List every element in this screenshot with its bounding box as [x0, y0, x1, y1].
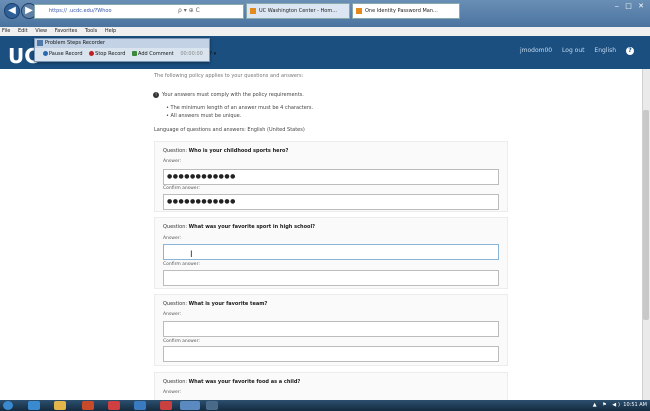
confirm-answer-label: Confirm answer: — [163, 262, 200, 267]
user-links: jmodom00 Log out English ? — [512, 47, 634, 55]
comment-icon — [132, 51, 137, 56]
ie-taskbar-icon[interactable] — [28, 401, 40, 410]
pause-icon — [43, 51, 48, 56]
tab-one-identity[interactable]: One Identity Password Man... — [352, 3, 460, 19]
username-link[interactable]: jmodom00 — [520, 47, 552, 54]
question-card: Question: What is your favorite team? An… — [154, 294, 508, 366]
menu-edit[interactable]: Edit — [18, 28, 28, 34]
app-taskbar-icon[interactable] — [82, 401, 94, 410]
question-card: Question: What was your favorite sport i… — [154, 217, 508, 289]
steps-recorder-window: Problem Steps Recorder Pause Record Stop… — [34, 38, 216, 62]
stop-record-button[interactable]: Stop Record — [89, 48, 125, 60]
menu-bar: File Edit View Favorites Tools Help — [0, 27, 650, 36]
policy-rule: • All answers must be unique. — [166, 113, 242, 119]
question-text: Question: Who is your childhood sports h… — [163, 148, 289, 154]
add-comment-label: Add Comment — [138, 51, 174, 57]
back-arrow-icon[interactable]: ◀ — [4, 3, 20, 19]
menu-favorites[interactable]: Favorites — [55, 28, 78, 34]
tab-label: One Identity Password Man... — [365, 8, 438, 14]
help-icon[interactable]: ? — [626, 47, 634, 55]
scrollbar-thumb[interactable] — [643, 110, 649, 320]
recorder-timer: 00:00:00 — [180, 51, 203, 57]
app-taskbar-icon[interactable] — [134, 401, 146, 410]
confirm-answer-label: Confirm answer: — [163, 339, 200, 344]
recorder-help-button[interactable]: ? ▾ — [209, 48, 216, 60]
policy-intro: The following policy applies to your que… — [154, 73, 304, 79]
folder-taskbar-icon[interactable] — [54, 401, 66, 410]
address-bar[interactable]: https:// .ucdc.edu/?Whoo — [34, 4, 244, 19]
add-comment-button[interactable]: Add Comment — [132, 48, 174, 60]
system-tray[interactable]: ▲ ⚑ ◀) — [593, 401, 622, 410]
language-link[interactable]: English — [594, 47, 616, 54]
address-bar-controls[interactable]: ρ ▾ ⊕ C — [178, 4, 200, 18]
question-text: Question: What was your favorite food as… — [163, 379, 301, 385]
tab-favicon — [250, 8, 256, 14]
question-text: Question: What is your favorite team? — [163, 301, 268, 307]
answer-input[interactable] — [163, 321, 499, 337]
taskbar: ▲ ⚑ ◀) 10:51 AM — [0, 400, 650, 411]
url-text: https:// .ucdc.edu/?Whoo — [49, 8, 112, 14]
answer-input[interactable]: ●●●●●●●●●●●● — [163, 169, 499, 185]
logout-link[interactable]: Log out — [562, 47, 584, 54]
pause-record-button[interactable]: Pause Record — [43, 48, 83, 60]
tab-favicon — [356, 8, 362, 14]
start-button-icon[interactable] — [3, 401, 13, 410]
pause-record-label: Pause Record — [49, 51, 83, 57]
menu-file[interactable]: File — [2, 28, 10, 34]
answer-label: Answer: — [163, 236, 182, 241]
window-controls[interactable]: ‒ □ ✕ — [615, 2, 646, 10]
tab-label: UC Washington Center - Hom... — [259, 8, 337, 14]
app-taskbar-icon[interactable] — [180, 401, 200, 410]
confirm-answer-label: Confirm answer: — [163, 186, 200, 191]
answer-label: Answer: — [163, 159, 182, 164]
policy-rule: • The minimum length of an answer must b… — [166, 105, 314, 111]
browser-title-bar: ◀ ▶ https:// .ucdc.edu/?Whoo ρ ▾ ⊕ C UC … — [0, 0, 650, 27]
recorder-title-bar: Problem Steps Recorder — [35, 39, 209, 48]
answer-label: Answer: — [163, 312, 182, 317]
answer-label: Answer: — [163, 390, 182, 395]
menu-view[interactable]: View — [35, 28, 47, 34]
app-taskbar-icon[interactable] — [160, 401, 172, 410]
taskbar-clock[interactable]: 10:51 AM — [623, 401, 647, 410]
answer-input[interactable] — [163, 244, 499, 260]
stop-record-label: Stop Record — [95, 51, 126, 57]
screen: ◀ ▶ https:// .ucdc.edu/?Whoo ρ ▾ ⊕ C UC … — [0, 0, 650, 411]
menu-tools[interactable]: Tools — [85, 28, 97, 34]
recorder-toolbar: Pause Record Stop Record Add Comment 00:… — [35, 48, 216, 60]
text-cursor-icon: I — [190, 250, 193, 260]
policy-heading: Your answers must comply with the policy… — [162, 92, 304, 98]
recorder-title: Problem Steps Recorder — [45, 40, 106, 46]
confirm-answer-input[interactable] — [163, 270, 499, 286]
tab-uc-washington[interactable]: UC Washington Center - Hom... — [246, 3, 350, 19]
menu-help[interactable]: Help — [105, 28, 116, 34]
confirm-answer-input[interactable]: ●●●●●●●●●●●● — [163, 194, 499, 210]
warning-icon: ! — [153, 92, 159, 98]
stop-icon — [89, 51, 95, 56]
app-taskbar-icon[interactable] — [108, 401, 120, 410]
question-text: Question: What was your favorite sport i… — [163, 224, 316, 230]
language-line: Language of questions and answers: Engli… — [154, 127, 305, 133]
question-card: Question: Who is your childhood sports h… — [154, 141, 508, 212]
question-card: Question: What was your favorite food as… — [154, 372, 508, 400]
confirm-answer-input[interactable] — [163, 346, 499, 362]
app-taskbar-icon[interactable] — [206, 401, 218, 410]
recorder-app-icon — [37, 40, 43, 46]
